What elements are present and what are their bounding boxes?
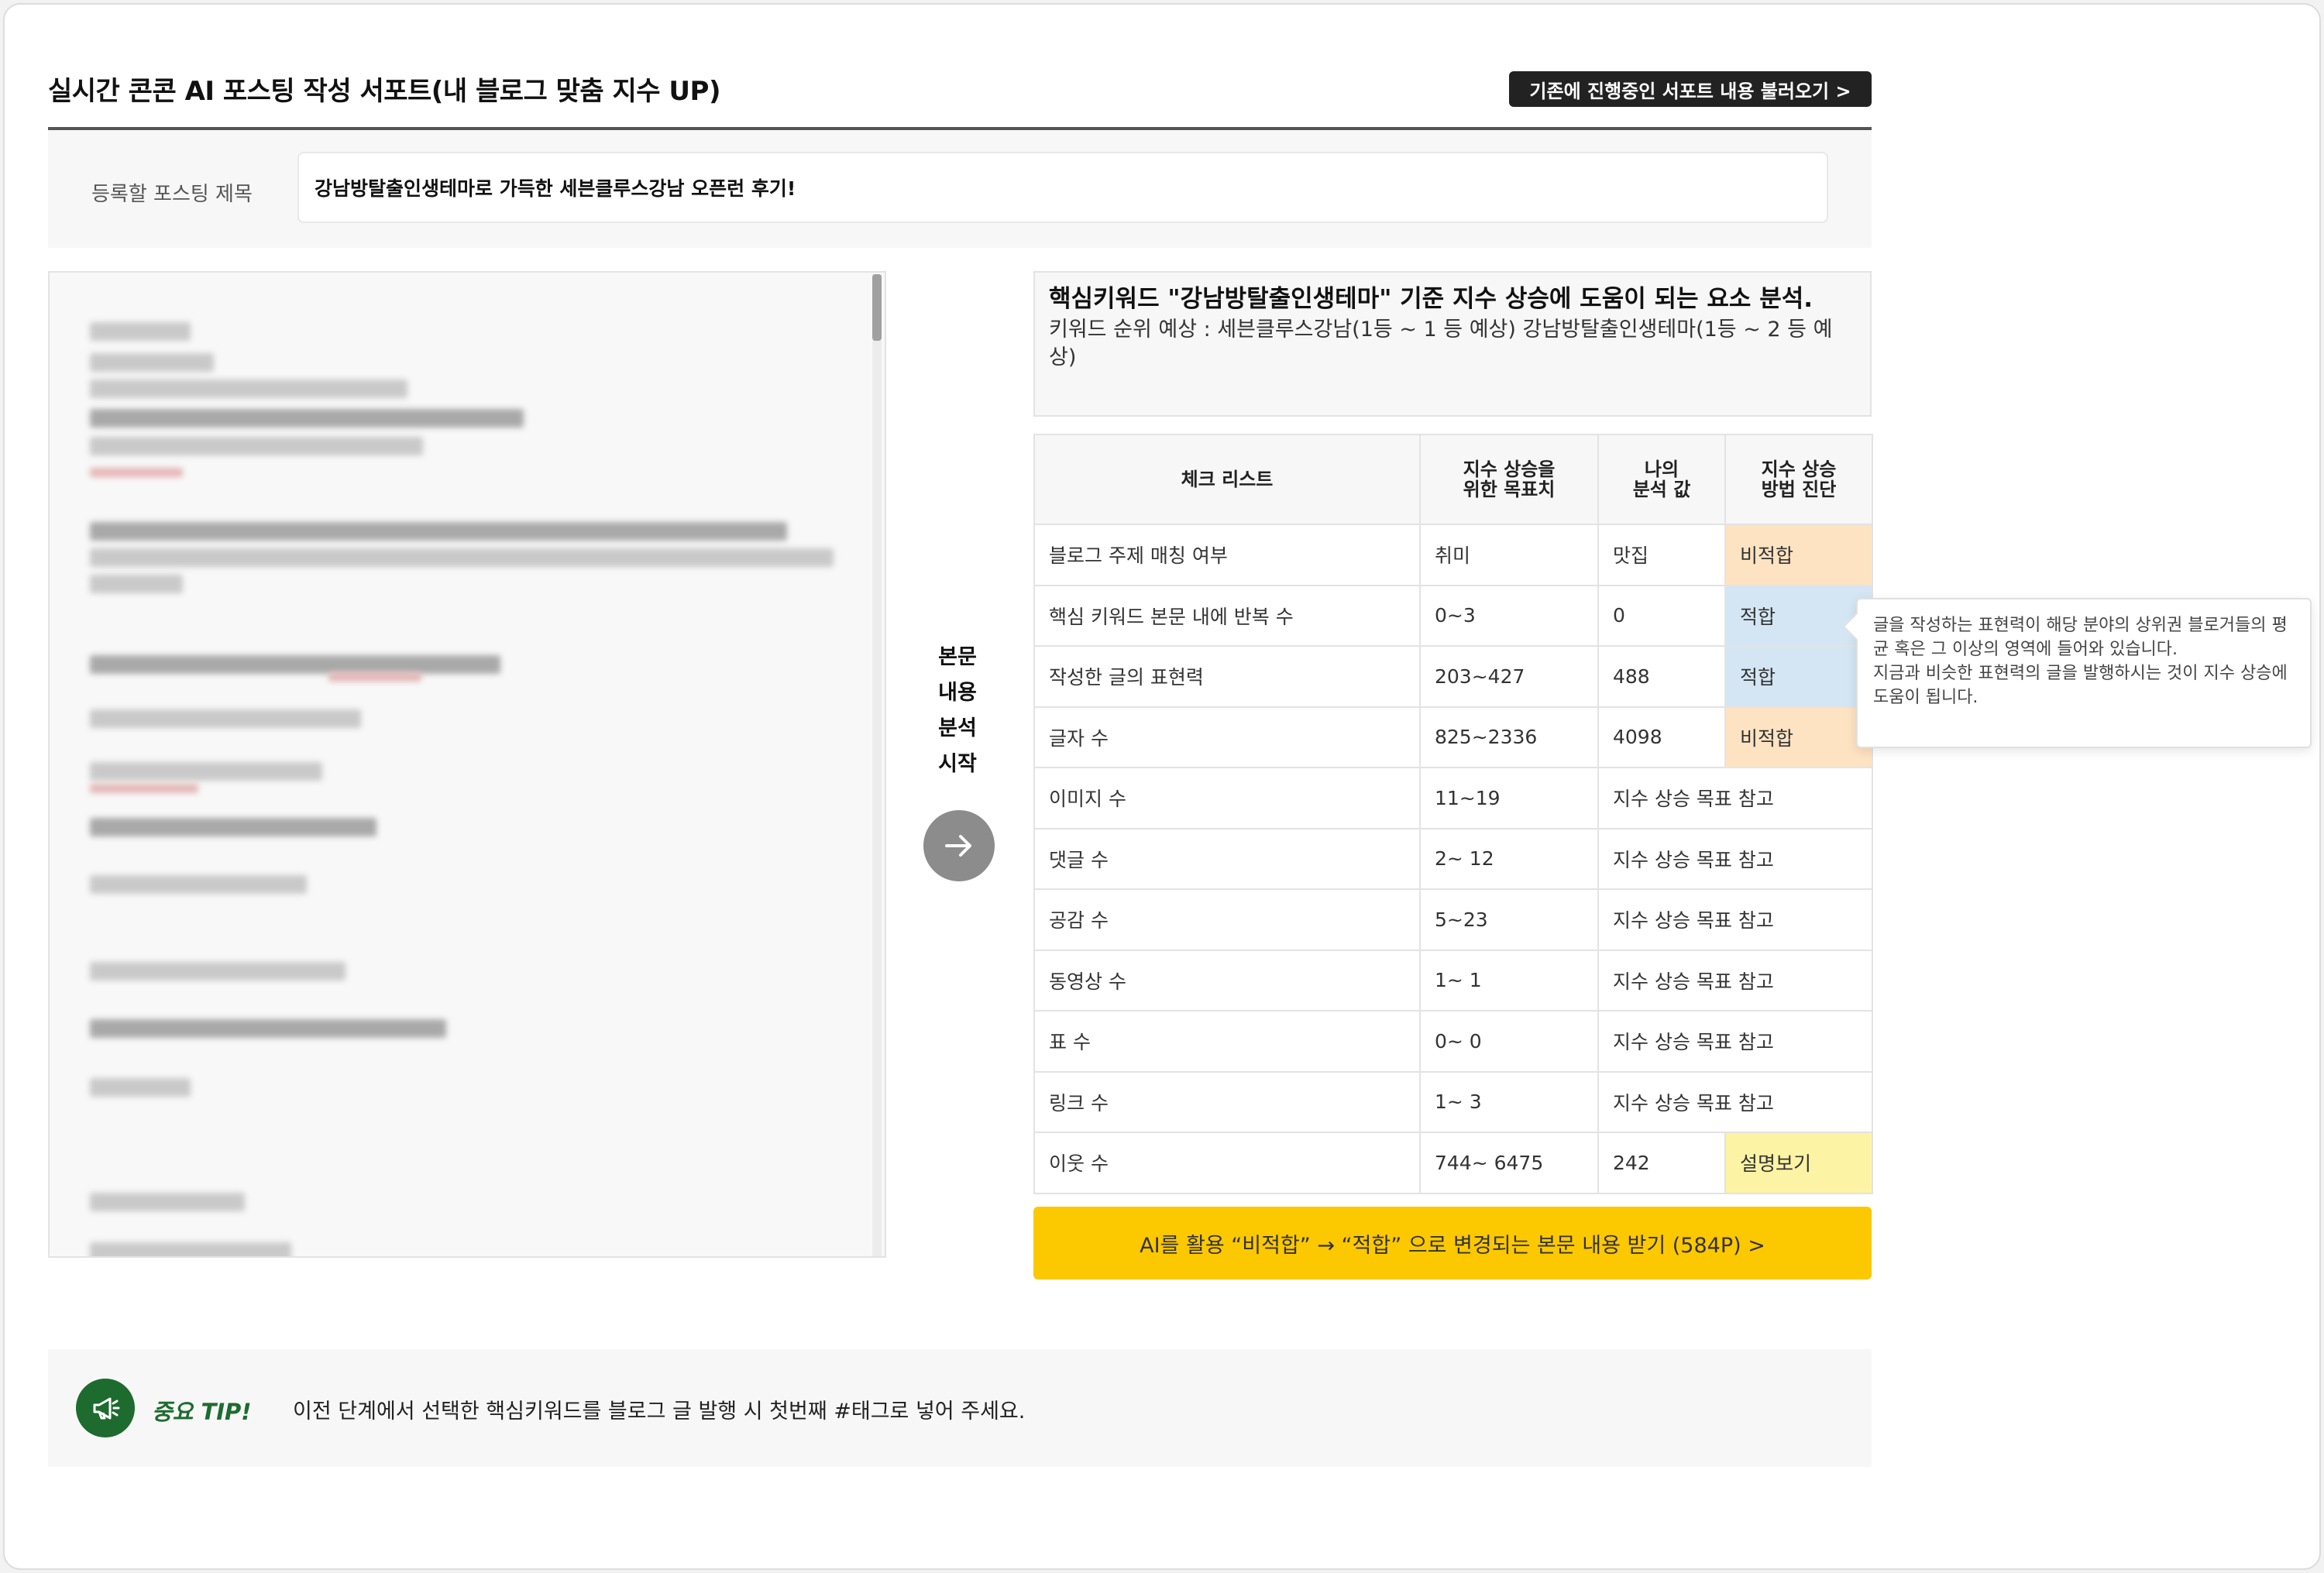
row-item: 이미지 수 [1033, 767, 1421, 829]
analyze-label: 본문 내용 분석 시작 [938, 645, 977, 776]
row-target: 취미 [1419, 524, 1599, 586]
blurred-text [90, 522, 787, 541]
keyword-rank-prediction: 키워드 순위 예상 : 세븐클루스강남(1등 ~ 1 등 예상) 강남방탈출인생… [1049, 318, 1833, 369]
row-item: 공감 수 [1033, 888, 1421, 951]
row-item: 동영상 수 [1033, 949, 1421, 1011]
blurred-text [90, 1078, 191, 1097]
post-title-row: 등록할 포스팅 제목 강남방탈출인생테마로 가득한 세븐클루스강남 오픈런 후기… [48, 130, 1872, 248]
row-reference-note: 지수 상승 목표 참고 [1597, 1070, 1873, 1133]
row-item: 작성한 글의 표현력 [1033, 645, 1421, 708]
analysis-title: 핵심키워드 "강남방탈출인생테마" 기준 지수 상승에 도움이 되는 요소 분석… [1049, 285, 1813, 313]
row-reference-note: 지수 상승 목표 참고 [1597, 949, 1873, 1011]
blurred-text [90, 353, 214, 372]
row-my-value: 242 [1597, 1132, 1726, 1194]
blurred-text [90, 784, 198, 793]
row-my-value: 0 [1597, 584, 1726, 647]
blurred-text [90, 655, 500, 674]
row-my-value: 488 [1597, 645, 1726, 708]
row-item: 글자 수 [1033, 706, 1421, 768]
row-target: 203~427 [1419, 645, 1599, 708]
tooltip-text: 글을 작성하는 표현력이 해당 분야의 상위권 블로거들의 평균 혹은 그 이상… [1873, 616, 2288, 659]
tip-text: 이전 단계에서 선택한 핵심키워드를 블로그 글 발행 시 첫번째 #태그로 넣… [293, 1400, 1026, 1424]
page-title: 실시간 콘콘 AI 포스팅 작성 서포트(내 블로그 맞춤 지수 UP) [48, 76, 720, 107]
checklist-table: 체크 리스트 지수 상승을 위한 목표치 나의 분석 값 지수 상승 방법 진단 블로… [1033, 434, 1873, 1194]
row-item: 이웃 수 [1033, 1132, 1421, 1194]
column-header: 체크 리스트 [1033, 434, 1421, 525]
blurred-text [90, 1193, 245, 1211]
row-item: 링크 수 [1033, 1070, 1421, 1133]
row-target: 0~3 [1419, 584, 1599, 647]
table-row: 이웃 수 744~ 6475 242 설명보기 [1033, 1132, 1873, 1194]
tooltip-text: 지금과 비슷한 표현력의 글을 발행하시는 것이 지수 상승에 도움이 됩니다. [1873, 664, 2288, 707]
row-target: 5~23 [1419, 888, 1599, 951]
view-explanation-button[interactable]: 설명보기 [1724, 1132, 1873, 1194]
blurred-text [90, 762, 322, 781]
table-row: 이미지 수 11~19 지수 상승 목표 참고 [1033, 767, 1873, 829]
analyze-start-button[interactable] [923, 810, 995, 881]
table-row: 글자 수 825~2336 4098 비적합 [1033, 706, 1873, 768]
row-target: 11~19 [1419, 767, 1599, 829]
arrow-right-icon [945, 835, 971, 857]
blurred-text [90, 818, 376, 836]
table-row: 링크 수 1~ 3 지수 상승 목표 참고 [1033, 1070, 1873, 1133]
blurred-text [90, 1242, 291, 1256]
table-row: 작성한 글의 표현력 203~427 488 적합 [1033, 645, 1873, 708]
column-header: 지수 상승 방법 진단 [1724, 434, 1873, 525]
row-target: 2~ 12 [1419, 827, 1599, 890]
row-status-badge[interactable]: 적합 [1724, 645, 1873, 708]
table-row: 핵심 키워드 본문 내에 반복 수 0~3 0 적합 [1033, 584, 1873, 647]
megaphone-icon [76, 1379, 135, 1437]
load-support-button[interactable]: 기존에 진행중인 서포트 내용 불러오기 > [1509, 71, 1872, 107]
blurred-text [90, 575, 183, 593]
editor-scrollbar[interactable] [872, 274, 882, 1256]
blurred-text [90, 437, 423, 455]
blurred-text [90, 380, 407, 398]
table-row: 블로그 주제 매칭 여부 취미 맛집 비적합 [1033, 524, 1873, 586]
row-status-badge: 비적합 [1724, 524, 1873, 586]
table-row: 동영상 수 1~ 1 지수 상승 목표 참고 [1033, 949, 1873, 1011]
editor-scroll-thumb[interactable] [872, 274, 882, 341]
blurred-text [328, 672, 421, 682]
row-my-value: 맛집 [1597, 524, 1726, 586]
tip-bar: 중요 TIP! 이전 단계에서 선택한 핵심키워드를 블로그 글 발행 시 첫번… [48, 1349, 1872, 1467]
post-title-input[interactable]: 강남방탈출인생테마로 가득한 세븐클루스강남 오픈런 후기! [297, 152, 1828, 223]
table-row: 댓글 수 2~ 12 지수 상승 목표 참고 [1033, 827, 1873, 890]
row-reference-note: 지수 상승 목표 참고 [1597, 888, 1873, 951]
row-target: 1~ 3 [1419, 1070, 1599, 1133]
row-target: 1~ 1 [1419, 949, 1599, 1011]
row-item: 댓글 수 [1033, 827, 1421, 890]
blurred-text [90, 548, 834, 567]
blurred-text [90, 1019, 446, 1038]
blurred-text [90, 709, 361, 728]
table-row: 표 수 0~ 0 지수 상승 목표 참고 [1033, 1010, 1873, 1073]
row-reference-note: 지수 상승 목표 참고 [1597, 767, 1873, 829]
blurred-text [90, 875, 307, 894]
row-reference-note: 지수 상승 목표 참고 [1597, 827, 1873, 890]
blurred-text [90, 409, 524, 428]
row-target: 825~2336 [1419, 706, 1599, 768]
column-header: 지수 상승을 위한 목표치 [1419, 434, 1599, 525]
row-item: 블로그 주제 매칭 여부 [1033, 524, 1421, 586]
row-target: 744~ 6475 [1419, 1132, 1599, 1194]
blurred-text [90, 322, 191, 341]
blurred-text [90, 468, 183, 477]
row-target: 0~ 0 [1419, 1010, 1599, 1073]
blurred-text [90, 962, 346, 981]
column-header: 나의 분석 값 [1597, 434, 1726, 525]
row-reference-note: 지수 상승 목표 참고 [1597, 1010, 1873, 1073]
ai-rewrite-button[interactable]: AI를 활용 “비적합” → “적합” 으로 변경되는 본문 내용 받기 (58… [1033, 1207, 1872, 1279]
row-status-badge: 비적합 [1724, 706, 1873, 768]
row-item: 표 수 [1033, 1010, 1421, 1073]
table-row: 공감 수 5~23 지수 상승 목표 참고 [1033, 888, 1873, 951]
row-my-value: 4098 [1597, 706, 1726, 768]
post-title-label: 등록할 포스팅 제목 [91, 183, 253, 206]
table-header-row: 체크 리스트 지수 상승을 위한 목표치 나의 분석 값 지수 상승 방법 진단 [1033, 434, 1873, 525]
tip-label: 중요 TIP! [152, 1399, 252, 1425]
row-item: 핵심 키워드 본문 내에 반복 수 [1033, 584, 1421, 647]
app-window: 실시간 콘콘 AI 포스팅 작성 서포트(내 블로그 맞춤 지수 UP) 기존에… [3, 3, 2321, 1570]
row-status-badge: 적합 [1724, 584, 1873, 647]
post-body-editor[interactable] [48, 271, 886, 1258]
expressiveness-tooltip: 글을 작성하는 표현력이 해당 분야의 상위권 블로거들의 평균 혹은 그 이상… [1856, 598, 2312, 748]
analysis-header: 핵심키워드 "강남방탈출인생테마" 기준 지수 상승에 도움이 되는 요소 분석… [1033, 271, 1872, 417]
